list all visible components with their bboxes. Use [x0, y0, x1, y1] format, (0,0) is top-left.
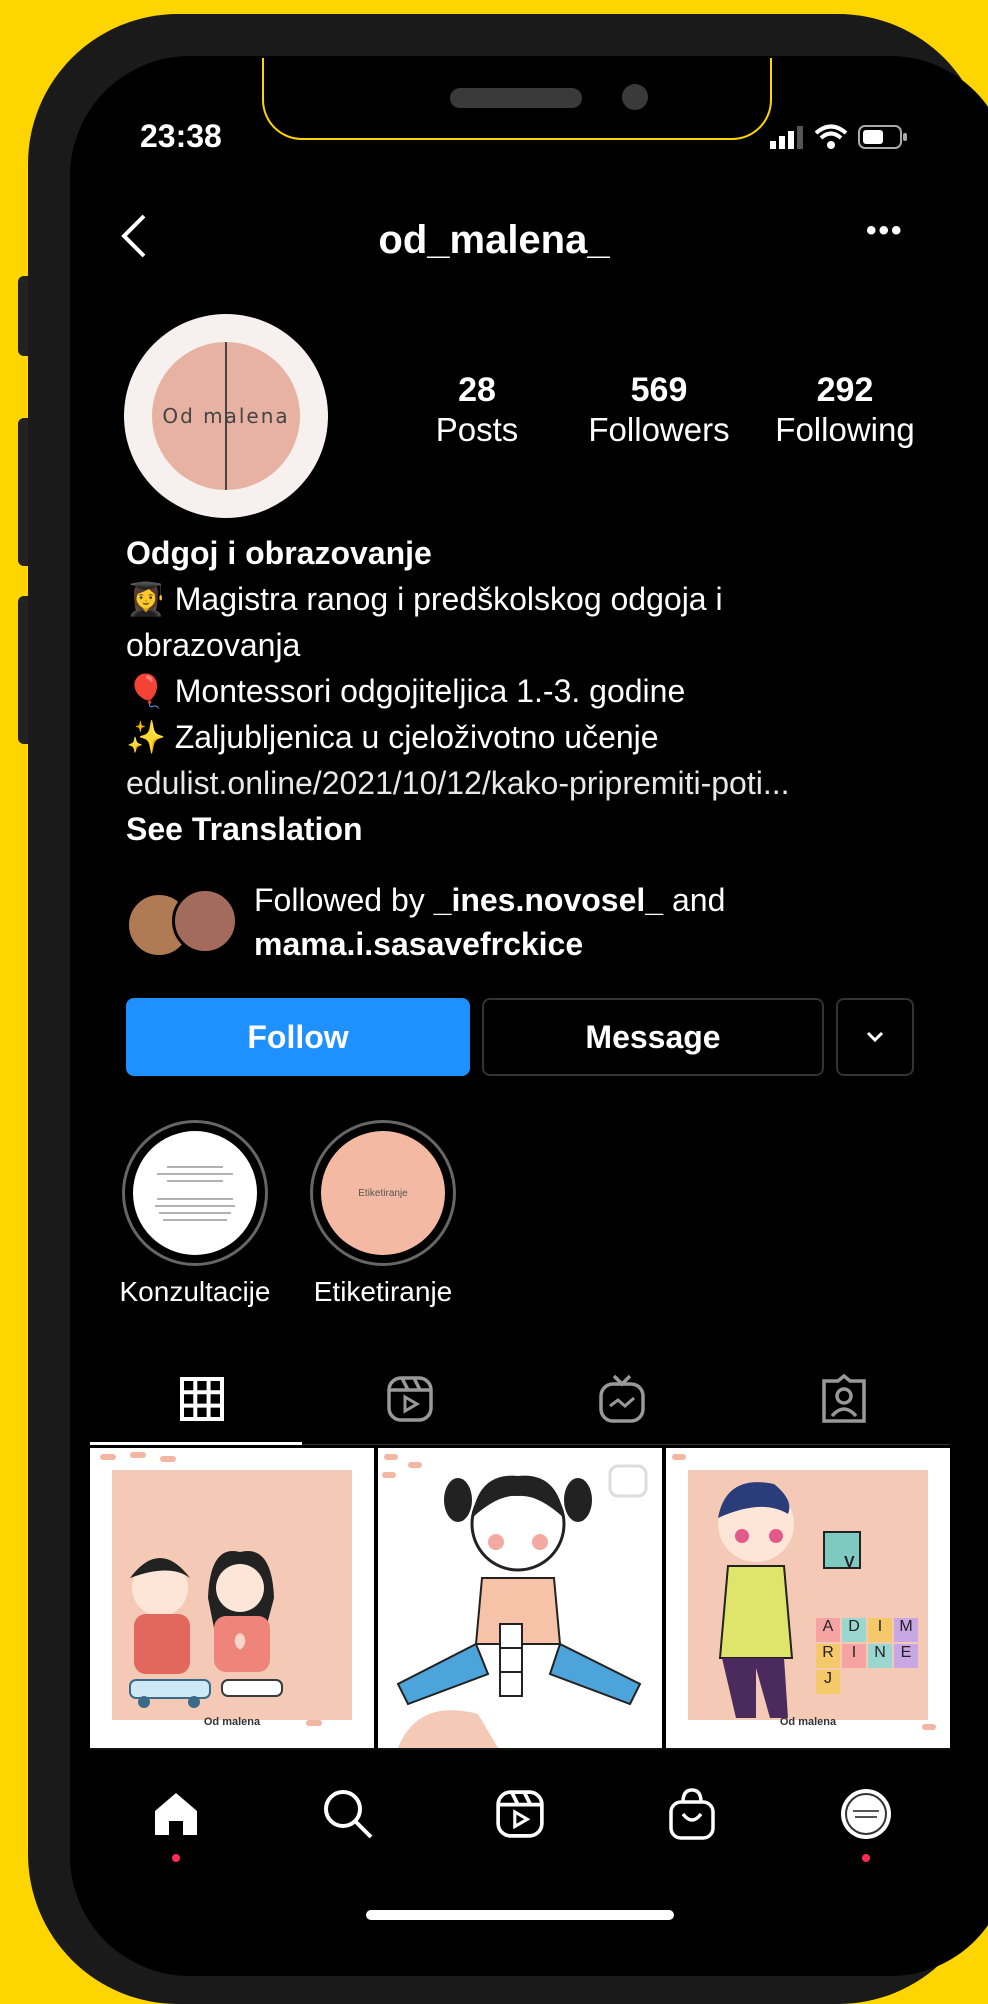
avatar-text: Od malena — [162, 404, 290, 428]
search-icon — [324, 1790, 373, 1839]
post-illustration — [90, 1448, 374, 1748]
stat-following[interactable]: 292 Following — [760, 370, 930, 450]
post-illustration — [666, 1448, 950, 1748]
bio-line: 🎈 Montessori odgojiteljica 1.-3. godine — [126, 673, 686, 709]
followed-by-prefix: Followed by — [254, 882, 434, 918]
tab-tagged[interactable] — [814, 1372, 874, 1426]
stat-following-value: 292 — [816, 371, 874, 409]
home-icon — [155, 1793, 197, 1835]
shop-icon — [669, 1788, 715, 1840]
tab-grid[interactable] — [172, 1372, 232, 1426]
letter-block: D — [842, 1618, 866, 1642]
nav-home[interactable] — [146, 1784, 206, 1844]
chevron-down-icon — [866, 1031, 884, 1043]
letter-block: I — [868, 1618, 892, 1642]
grid-icon — [180, 1377, 224, 1421]
suggested-dropdown-button[interactable] — [836, 998, 914, 1076]
tab-igtv[interactable] — [592, 1372, 652, 1426]
stat-followers-label: Followers — [588, 411, 730, 448]
highlight-konzultacije[interactable] — [122, 1120, 268, 1266]
tab-reels[interactable] — [380, 1372, 440, 1426]
stat-followers-value: 569 — [630, 371, 688, 409]
tab-active-indicator — [90, 1442, 302, 1445]
letter-block: V — [844, 1554, 855, 1571]
bio-name: Odgoj i obrazovanje — [126, 535, 432, 571]
letter-block: E — [894, 1644, 918, 1668]
battery-icon — [858, 125, 907, 149]
followed-by-text[interactable]: Followed by _ines.novosel_ and mama.i.sa… — [254, 878, 725, 966]
grid-row-divider — [90, 1748, 950, 1750]
letter-block: J — [816, 1670, 840, 1694]
avatar-logo: Od malena — [152, 342, 300, 490]
letter-block: A — [816, 1618, 840, 1642]
avatar[interactable]: Od malena — [124, 314, 328, 518]
highlight-cover — [133, 1131, 257, 1255]
post-caption: Od malena — [203, 1716, 261, 1728]
wifi-icon — [814, 124, 848, 149]
reels-icon — [387, 1376, 433, 1422]
status-time: 23:38 — [140, 118, 222, 154]
highlight-cover-text: Etiketiranje — [358, 1187, 408, 1199]
highlight-etiketiranje[interactable]: Etiketiranje — [310, 1120, 456, 1266]
profile-icon — [841, 1789, 891, 1839]
grid-post[interactable]: Od malena — [90, 1448, 374, 1748]
bio-line: ✨ Zaljubljenica u cjeloživotno učenje — [126, 719, 659, 755]
stat-posts-label: Posts — [435, 411, 519, 448]
stat-followers[interactable]: 569 Followers — [574, 370, 744, 450]
profile-username: od_malena_ — [378, 218, 610, 262]
see-translation-link[interactable]: See Translation — [126, 806, 946, 852]
bio-line: 👩‍🎓 Magistra ranog i predškolskog odgoja… — [126, 581, 723, 617]
letter-block: M — [894, 1618, 918, 1642]
stat-following-label: Following — [775, 411, 915, 448]
ellipsis-icon[interactable]: ••• — [866, 214, 904, 248]
follower-avatar[interactable] — [172, 888, 238, 954]
bio-line: obrazovanja — [126, 627, 301, 663]
nav-profile[interactable] — [836, 1784, 896, 1844]
highlight-label: Etiketiranje — [313, 1276, 453, 1307]
reels-icon — [496, 1790, 544, 1838]
message-button[interactable]: Message — [482, 998, 824, 1076]
follow-button[interactable]: Follow — [126, 998, 470, 1076]
nav-reels[interactable] — [490, 1784, 550, 1844]
grid-post[interactable] — [378, 1448, 662, 1748]
highlight-cover: Etiketiranje — [321, 1131, 445, 1255]
followed-by-and: and — [663, 882, 726, 918]
letter-block: I — [842, 1644, 866, 1668]
highlight-label: Konzultacije — [119, 1276, 271, 1307]
stat-posts-value: 28 — [458, 371, 496, 409]
nav-shop[interactable] — [662, 1784, 722, 1844]
tagged-icon — [822, 1374, 866, 1423]
highlight-cover-text-lines — [155, 1166, 235, 1221]
signal-icon — [770, 126, 803, 149]
letter-block: N — [868, 1644, 892, 1668]
home-indicator[interactable] — [366, 1910, 674, 1920]
nav-home-notification-dot — [172, 1854, 180, 1862]
letter-block: R — [816, 1644, 840, 1668]
grid-post[interactable]: V A D I M R I N E J Od malena — [666, 1448, 950, 1748]
followed-by-user[interactable]: mama.i.sasavefrckice — [254, 926, 583, 962]
stat-posts[interactable]: 28 Posts — [422, 370, 532, 450]
bio-link[interactable]: edulist.online/2021/10/12/kako-pripremit… — [126, 760, 946, 806]
igtv-icon — [599, 1374, 645, 1423]
nav-profile-notification-dot — [862, 1854, 870, 1862]
followed-by-user[interactable]: _ines.novosel_ — [434, 882, 663, 918]
front-camera — [622, 84, 648, 110]
post-letter-blocks: V A D I M R I N E J — [816, 1554, 926, 1694]
speaker — [450, 88, 582, 108]
nav-search[interactable] — [318, 1784, 378, 1844]
post-illustration — [378, 1448, 662, 1748]
bio: Odgoj i obrazovanje 👩‍🎓 Magistra ranog i… — [126, 530, 946, 852]
post-caption: Od malena — [779, 1716, 837, 1728]
status-icons — [770, 124, 908, 150]
